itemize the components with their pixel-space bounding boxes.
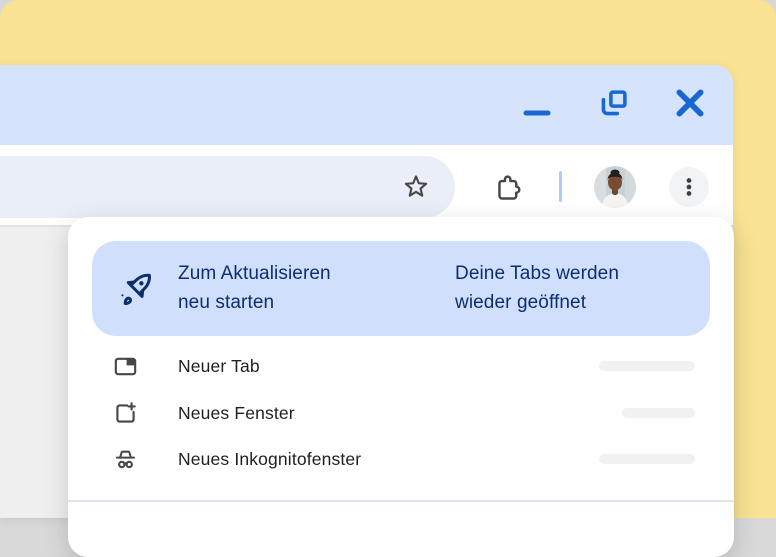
restore-icon <box>599 88 629 118</box>
menu-item-new-tab[interactable]: Neuer Tab <box>68 343 734 389</box>
banner-title: Zum Aktualisieren neu starten <box>178 263 331 313</box>
browser-toolbar <box>0 145 733 225</box>
rocket-icon <box>114 265 162 313</box>
menu-item-label: Neuer Tab <box>178 355 260 376</box>
menu-item-new-window[interactable]: Neues Fenster <box>68 390 734 436</box>
browser-dropdown-menu: Zum Aktualisieren neu starten Deine Tabs… <box>68 217 734 557</box>
new-tab-icon <box>112 353 139 380</box>
incognito-icon <box>112 446 139 473</box>
menu-divider <box>68 500 734 502</box>
more-vert-icon <box>676 174 702 200</box>
new-window-icon <box>112 400 139 427</box>
shortcut-placeholder <box>599 361 695 371</box>
banner-subtitle: Deine Tabs werden wieder geöffnet <box>455 263 620 313</box>
menu-item-new-incognito-window[interactable]: Neues Inkognitofenster <box>68 436 734 482</box>
minimize-button[interactable] <box>519 95 555 131</box>
toolbar-separator <box>559 171 562 202</box>
shortcut-placeholder <box>622 408 695 418</box>
marketing-backdrop: Zum Aktualisieren neu starten Deine Tabs… <box>0 0 776 557</box>
profile-avatar <box>594 166 636 208</box>
window-titlebar <box>0 65 733 145</box>
extensions-button[interactable] <box>491 170 525 204</box>
restore-button[interactable] <box>596 85 632 121</box>
close-icon <box>675 88 705 118</box>
menu-item-label: Neues Inkognitofenster <box>178 448 362 469</box>
bookmark-button[interactable] <box>399 170 433 204</box>
profile-button[interactable] <box>594 166 636 208</box>
browser-menu-button[interactable] <box>669 167 709 207</box>
shortcut-placeholder <box>599 454 695 464</box>
minimize-icon <box>523 110 551 116</box>
extensions-puzzle-icon <box>493 172 524 203</box>
menu-item-label: Neues Fenster <box>178 402 295 423</box>
address-bar[interactable] <box>0 156 455 218</box>
bookmark-star-icon <box>401 172 431 202</box>
close-button[interactable] <box>672 85 708 121</box>
restart-to-update-banner[interactable]: Zum Aktualisieren neu starten Deine Tabs… <box>92 241 710 336</box>
